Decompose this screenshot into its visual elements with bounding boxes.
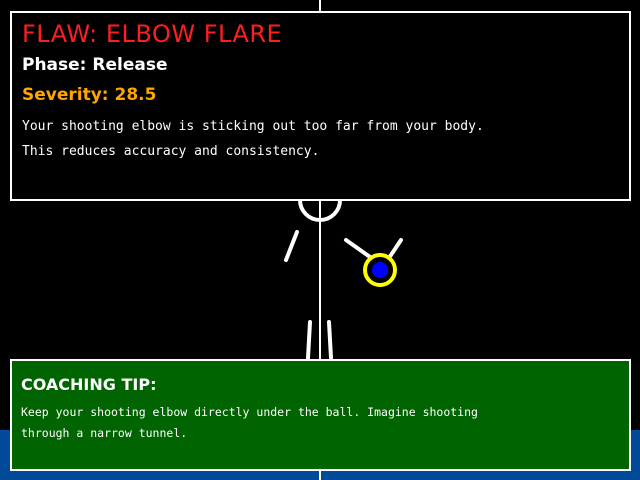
player-left-arm	[284, 230, 299, 262]
player-stick-figure	[284, 198, 403, 360]
player-right-leg	[327, 320, 333, 360]
basketball	[372, 262, 388, 278]
player-left-leg	[306, 320, 312, 360]
flaw-panel: FLAW: ELBOW FLARE Phase: Release Severit…	[10, 11, 631, 201]
player-right-forearm	[387, 238, 403, 260]
flaw-title: FLAW: ELBOW FLARE	[22, 20, 283, 48]
flaw-description-line: Your shooting elbow is sticking out too …	[22, 119, 484, 134]
coaching-tip-panel: COACHING TIP: Keep your shooting elbow d…	[10, 359, 631, 471]
severity-label: Severity: 28.5	[22, 85, 157, 105]
coaching-tip-line: through a narrow tunnel.	[21, 426, 188, 440]
player-right-upper-arm	[344, 238, 372, 259]
flaw-description-line: This reduces accuracy and consistency.	[22, 144, 320, 159]
coaching-tip-line: Keep your shooting elbow directly under …	[21, 405, 478, 419]
phase-label: Phase: Release	[22, 55, 168, 75]
coaching-tip-title: COACHING TIP:	[21, 375, 157, 394]
